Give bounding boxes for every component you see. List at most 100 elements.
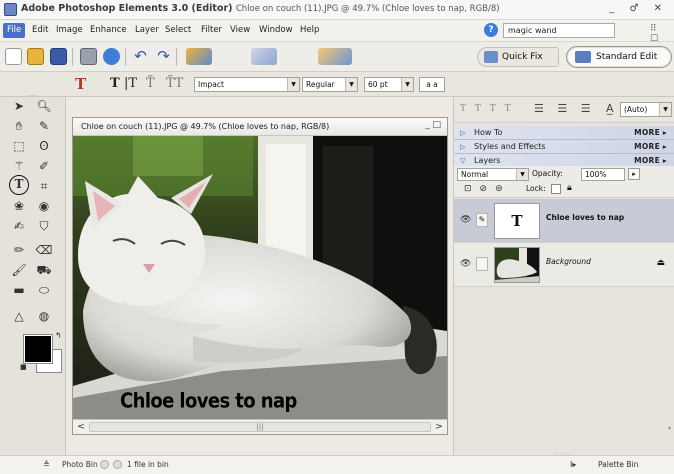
font-size-select[interactable]: 60 pt ▼ — [364, 77, 414, 92]
save-icon[interactable] — [50, 48, 67, 65]
photo-bin-label[interactable]: Photo Bin — [62, 460, 98, 469]
window-doc-info: Chloe on couch (11).JPG @ 49.7% (Chloe l… — [235, 4, 500, 14]
palette-scroll-down-icon[interactable]: ▾ — [668, 425, 671, 432]
photo-bin-toggle-icon[interactable]: ≜ — [43, 460, 50, 469]
online-services-icon[interactable] — [103, 48, 120, 65]
panel-styles-effects[interactable]: ▷ Styles and Effects MORE ▸ — [454, 140, 674, 154]
paint-bucket-tool-icon[interactable]: ⛟ — [32, 261, 56, 279]
date-view-icon[interactable] — [251, 48, 277, 65]
scroll-left-icon[interactable]: < — [75, 421, 87, 433]
bin-next-icon[interactable] — [113, 460, 122, 469]
cookie-cutter-tool-icon[interactable]: ❀ — [7, 197, 31, 215]
healing-brush-tool-icon[interactable]: ✍ — [7, 217, 31, 235]
zoom-tool-icon[interactable]: 🔍︎ — [32, 97, 56, 115]
palette-bin-label[interactable]: Palette Bin — [598, 460, 638, 469]
menu-select[interactable]: Select — [165, 23, 191, 38]
quick-fix-icon — [484, 51, 498, 63]
status-bar: ≜ Photo Bin 1 file in bin I▸ Palette Bin — [0, 455, 674, 474]
pencil-tool-icon[interactable]: ✏ — [7, 241, 31, 259]
gradient-tool-icon[interactable]: ▬ — [7, 281, 31, 299]
anti-alias-toggle[interactable]: a a — [419, 77, 445, 92]
undo-icon[interactable]: ↶ — [132, 48, 149, 65]
red-eye-tool-icon[interactable]: ◉ — [32, 197, 56, 215]
palette-options-icon[interactable]: ⠿ ☐ — [650, 24, 674, 44]
eyedropper-tool-icon[interactable]: ✎ — [32, 117, 56, 135]
open-folder-icon[interactable] — [27, 48, 44, 65]
menu-layer[interactable]: Layer — [135, 23, 159, 38]
background-layer-thumbnail — [494, 247, 540, 283]
font-style-select[interactable]: Regular ▼ — [302, 77, 358, 92]
document-window-controls[interactable]: _ □ — [425, 120, 441, 130]
text-align-buttons[interactable]: ☰ ☰ ☰ — [534, 102, 596, 115]
vertical-type-icon[interactable]: |T — [124, 76, 137, 91]
help-icon[interactable]: ? — [484, 23, 498, 37]
layer-link-icon[interactable] — [476, 257, 488, 271]
lock-transparency-checkbox[interactable] — [551, 184, 561, 194]
photo-browser-icon[interactable] — [186, 48, 212, 65]
visibility-eye-icon[interactable]: 👁︎ — [460, 215, 471, 225]
redo-icon[interactable]: ↷ — [155, 48, 172, 65]
foreground-color-swatch[interactable] — [23, 334, 53, 364]
magic-wand-tool-icon[interactable]: ⚚ — [7, 157, 31, 175]
blur-tool-icon[interactable]: △ — [7, 307, 31, 325]
sponge-tool-icon[interactable]: ◍ — [32, 307, 56, 325]
expand-triangle-icon[interactable]: ▷ — [460, 126, 465, 140]
layer-row-background[interactable]: 👁︎ Background ⏏ — [454, 243, 674, 287]
hand-tool-icon[interactable]: ✋︎ — [7, 117, 31, 135]
menu-view[interactable]: View — [230, 23, 250, 38]
standard-edit-button[interactable]: Standard Edit — [566, 46, 672, 68]
selection-brush-tool-icon[interactable]: ✐ — [32, 157, 56, 175]
eraser-tool-icon[interactable]: ⌫ — [32, 241, 56, 259]
menu-image[interactable]: Image — [56, 23, 83, 38]
menu-file[interactable]: File — [3, 23, 26, 38]
vertical-type-mask-icon[interactable]: T̃T — [166, 76, 183, 91]
type-tool-selected-icon[interactable]: T — [9, 175, 29, 195]
opacity-slider-button[interactable]: ▸ — [628, 168, 640, 180]
layer-link-icon[interactable]: ✎ — [476, 213, 488, 227]
menu-window[interactable]: Window — [259, 23, 293, 38]
window-controls[interactable]: _ ♂ ✕ — [609, 3, 668, 14]
document-title-bar[interactable]: Chloe on couch (11).JPG @ 49.7% (Chloe l… — [73, 118, 447, 136]
styles-more-button[interactable]: MORE ▸ — [634, 140, 667, 154]
marquee-tool-icon[interactable]: ⬚ — [7, 137, 31, 155]
menu-edit[interactable]: Edit — [32, 23, 48, 38]
horizontal-scrollbar[interactable]: < ||| > — [73, 419, 447, 434]
swap-colors-icon[interactable]: ↰ — [55, 331, 62, 340]
opacity-field[interactable]: 100% — [581, 168, 625, 181]
leading-select[interactable]: (Auto) ▼ — [620, 102, 672, 117]
create-icon[interactable] — [318, 48, 352, 65]
quick-fix-button[interactable]: Quick Fix — [477, 47, 559, 67]
menu-filter[interactable]: Filter — [201, 23, 222, 38]
lasso-tool-icon[interactable]: ʘ — [32, 137, 56, 155]
shape-tool-icon[interactable]: ⬭ — [32, 281, 56, 299]
print-icon[interactable] — [80, 48, 97, 65]
brush-tool-icon[interactable]: 🖌︎ — [7, 261, 31, 279]
layer-row-text[interactable]: 👁︎ ✎ T Chloe loves to nap — [454, 199, 674, 243]
layer-name[interactable]: Chloe loves to nap — [546, 213, 624, 222]
menu-enhance[interactable]: Enhance — [90, 23, 127, 38]
move-tool-icon[interactable]: ➤ — [7, 97, 31, 115]
horizontal-type-icon[interactable]: T — [110, 76, 120, 91]
scroll-right-icon[interactable]: > — [433, 421, 445, 433]
help-search-input[interactable] — [503, 23, 615, 38]
palette-bin-toggle-icon[interactable]: I▸ — [570, 460, 576, 469]
clone-stamp-tool-icon[interactable]: ⛉ — [32, 217, 56, 235]
scroll-thumb[interactable]: ||| — [89, 422, 431, 432]
new-file-icon[interactable] — [5, 48, 22, 65]
type-mask-icon[interactable]: T̃ — [146, 76, 155, 91]
crop-tool-icon[interactable]: ⌗ — [32, 177, 56, 195]
text-style-buttons[interactable]: T T T T — [460, 104, 514, 114]
layer-action-icons[interactable]: ⊡⊘⊜ — [464, 184, 511, 194]
bin-prev-icon[interactable] — [100, 460, 109, 469]
default-colors-icon[interactable]: ■ — [20, 363, 27, 371]
lock-all-icon[interactable]: 🔒︎ — [567, 183, 572, 193]
menu-help[interactable]: Help — [300, 23, 319, 38]
image-canvas[interactable]: Chloe loves to nap — [73, 136, 447, 419]
panel-how-to[interactable]: ▷ How To MORE ▸ — [454, 126, 674, 140]
layer-name[interactable]: Background — [546, 257, 591, 266]
font-family-select[interactable]: Impact ▼ — [194, 77, 300, 92]
how-to-more-button[interactable]: MORE ▸ — [634, 126, 667, 140]
expand-triangle-icon[interactable]: ▷ — [460, 140, 465, 154]
visibility-eye-icon[interactable]: 👁︎ — [460, 259, 471, 269]
blend-mode-select[interactable]: Normal ▼ — [457, 168, 529, 181]
